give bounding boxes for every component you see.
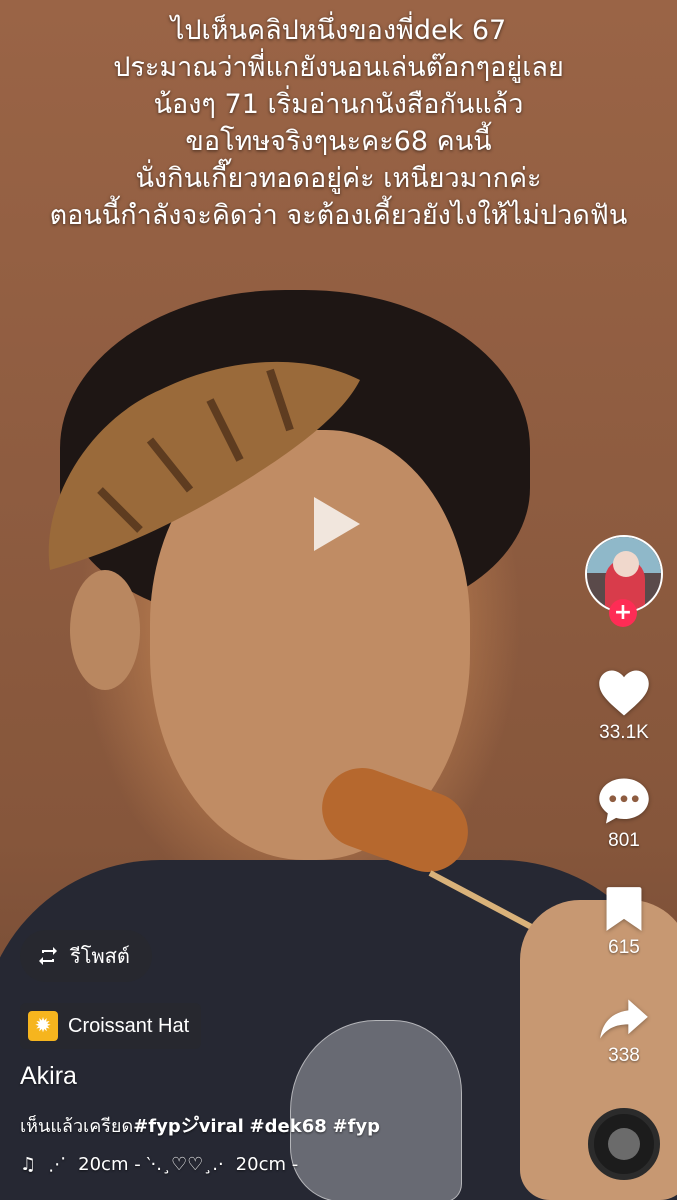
plastic-bag: [290, 1020, 462, 1200]
share-button[interactable]: 338: [585, 997, 663, 1067]
comment-icon: [599, 778, 649, 824]
repost-button[interactable]: รีโพสต์: [20, 930, 152, 982]
play-icon[interactable]: [314, 497, 360, 551]
follow-button[interactable]: +: [609, 599, 637, 627]
caption-line: น้องๆ 71 เริ่มอ่านกนังสือกันแล้ว: [153, 89, 524, 120]
caption-line: นั่งกินเกี๊ยวทอดอยู่ค่ะ เหนียวมากค่ะ: [135, 163, 542, 194]
hashtag[interactable]: #dek68: [250, 1116, 327, 1137]
music-note-icon: ♫: [20, 1154, 37, 1175]
hashtag[interactable]: #fyp: [332, 1116, 380, 1137]
like-button[interactable]: 33.1K: [585, 668, 663, 744]
heart-icon: [599, 670, 649, 716]
repost-icon: [39, 947, 57, 965]
music-disc-icon[interactable]: [588, 1108, 660, 1180]
caption-line: ประมาณว่าพี่แกยังนอนเล่นต๊อกๆอยู่เลย: [113, 52, 564, 83]
caption-line: ขอโทษจริงๆนะคะ68 คนนี้: [185, 126, 492, 157]
share-arrow-icon: [600, 999, 648, 1039]
disc-center: [608, 1128, 640, 1160]
music-title-part: 20cm - ‵·.¸♡♡¸.·: [78, 1154, 224, 1175]
share-count: 338: [608, 1045, 640, 1066]
video-description[interactable]: เห็นแล้วเครียด#fypシ゚viral #dek68 #fyp: [20, 1111, 380, 1140]
music-row[interactable]: ♫ ⋰ 20cm - ‵·.¸♡♡¸.· 20cm -: [20, 1154, 298, 1175]
effect-label: Croissant Hat: [68, 1014, 190, 1037]
effect-chip[interactable]: ✹ Croissant Hat: [20, 1003, 202, 1049]
music-title-part: 20cm -: [235, 1154, 299, 1175]
like-count: 33.1K: [599, 722, 649, 743]
caption-line: ตอนนี้กำลังจะคิดว่า จะต้องเคี้ยวยังไงให้…: [49, 200, 628, 231]
bookmark-icon: [606, 887, 642, 931]
video-player[interactable]: ไปเห็นคลิปหนึ่งของพี่dek 67 ประมาณว่าพี่…: [0, 0, 677, 1200]
effect-sparkle-icon: ✹: [28, 1011, 58, 1041]
croissant-hat-image: [48, 361, 360, 570]
video-caption: ไปเห็นคลิปหนึ่งของพี่dek 67 ประมาณว่าพี่…: [0, 12, 677, 234]
avatar-head: [613, 551, 639, 577]
repost-label: รีโพสต์: [70, 944, 130, 968]
music-title-part: ⋰: [48, 1154, 67, 1175]
caption-line: ไปเห็นคลิปหนึ่งของพี่dek 67: [170, 15, 507, 46]
description-text: เห็นแล้วเครียด: [20, 1116, 134, 1137]
save-count: 615: [608, 937, 640, 958]
hashtag[interactable]: #fypシ゚viral: [133, 1116, 244, 1137]
username[interactable]: Akira: [20, 1062, 77, 1091]
comment-button[interactable]: 801: [585, 776, 663, 852]
comment-count: 801: [608, 830, 640, 851]
save-button[interactable]: 615: [585, 885, 663, 959]
